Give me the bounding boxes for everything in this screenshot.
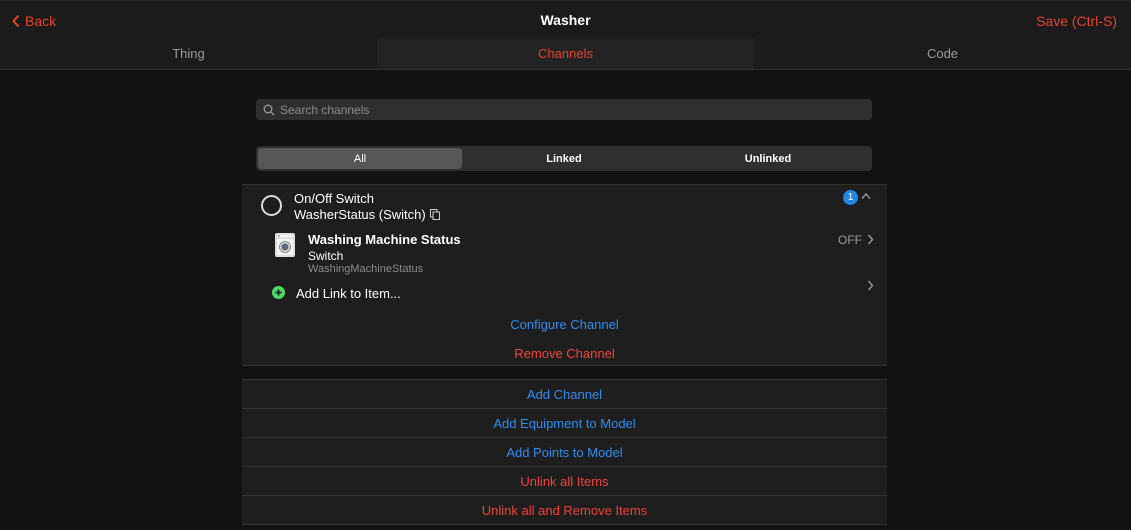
add-link-label: Add Link to Item...	[296, 286, 401, 301]
actions-list: Add Channel Add Equipment to Model Add P…	[242, 379, 887, 525]
filter-all[interactable]: All	[258, 148, 462, 169]
channel-uid: WasherStatus (Switch)	[294, 207, 426, 222]
search-input[interactable]	[280, 102, 860, 117]
channel-title: On/Off Switch	[294, 191, 374, 206]
configure-channel-button[interactable]: Configure Channel	[242, 317, 887, 332]
channel-subtitle: WasherStatus (Switch)	[294, 207, 440, 222]
linked-item-row[interactable]: Washing Machine Status Switch WashingMac…	[275, 231, 875, 277]
filter-unlinked[interactable]: Unlinked	[666, 148, 870, 169]
save-button[interactable]: Save (Ctrl-S)	[1036, 13, 1117, 29]
remove-channel-button[interactable]: Remove Channel	[242, 346, 887, 361]
tab-bar: Thing Channels Code	[0, 38, 1131, 70]
add-channel-button[interactable]: Add Channel	[242, 379, 887, 408]
tab-thing[interactable]: Thing	[0, 38, 377, 69]
washing-machine-icon	[275, 233, 295, 257]
page-title: Washer	[540, 12, 591, 28]
channel-radio-icon[interactable]	[261, 195, 282, 216]
add-points-button[interactable]: Add Points to Model	[242, 437, 887, 466]
chevron-right-icon	[867, 234, 874, 245]
chevron-right-icon	[867, 280, 874, 291]
tab-channels[interactable]: Channels	[377, 38, 754, 69]
add-equipment-button[interactable]: Add Equipment to Model	[242, 408, 887, 437]
copy-icon[interactable]	[429, 209, 440, 220]
navbar: Back Washer Save (Ctrl-S)	[0, 0, 1131, 38]
linked-item-name: WashingMachineStatus	[308, 263, 424, 275]
unlink-all-button[interactable]: Unlink all Items	[242, 466, 887, 495]
channel-card: On/Off Switch WasherStatus (Switch) 1 Wa…	[242, 184, 887, 366]
linked-item-state: OFF	[838, 233, 862, 247]
unlink-remove-button[interactable]: Unlink all and Remove Items	[242, 495, 887, 525]
linked-item-label: Washing Machine Status	[308, 232, 461, 247]
search-icon	[263, 104, 275, 115]
link-count-badge: 1	[843, 190, 858, 205]
linked-item-type: Switch	[308, 249, 344, 263]
plus-icon	[272, 286, 285, 299]
filter-linked[interactable]: Linked	[462, 148, 666, 169]
tab-code[interactable]: Code	[754, 38, 1131, 69]
add-link-row[interactable]: Add Link to Item...	[272, 280, 876, 304]
chevron-up-icon[interactable]	[861, 192, 871, 200]
search-bar	[256, 99, 872, 120]
channel-filter: All Linked Unlinked	[256, 146, 872, 171]
